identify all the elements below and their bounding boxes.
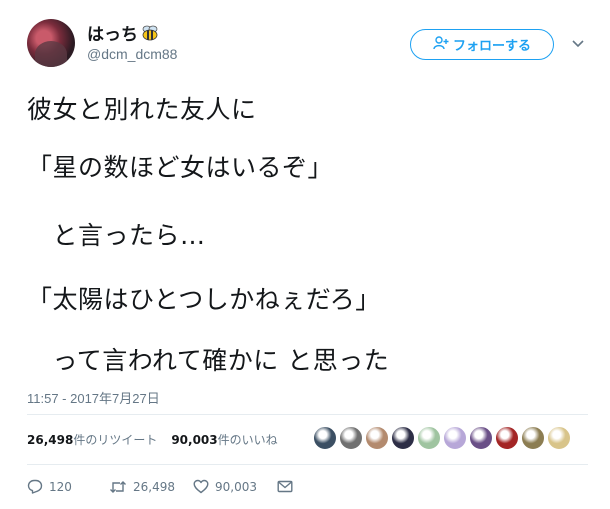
follow-button[interactable]: フォローする [410, 29, 554, 60]
divider [27, 414, 588, 415]
likes-stat-label: 件のいいね [217, 433, 278, 447]
liker-avatar[interactable] [417, 426, 441, 450]
tweet-text-line: 「星の数ほど女はいるぞ」 [27, 153, 334, 182]
retweets-stat-count: 26,498 [27, 433, 74, 447]
liker-avatar[interactable] [547, 426, 571, 450]
retweets-stat-label: 件のリツイート [73, 433, 158, 447]
retweet-icon [109, 480, 127, 494]
like-button[interactable]: 90,003 [193, 479, 277, 494]
liker-avatar[interactable] [521, 426, 545, 450]
tweet-text-line: 彼女と別れた友人に [27, 95, 257, 124]
user-handle[interactable]: @dcm_dcm88 [87, 46, 177, 62]
reply-button[interactable]: 120 [27, 479, 109, 494]
liker-avatar[interactable] [391, 426, 415, 450]
chevron-down-icon[interactable] [569, 36, 587, 52]
like-count: 90,003 [215, 479, 257, 494]
tweet-timestamp[interactable]: 11:57 - 2017年7月27日 [27, 388, 160, 407]
envelope-icon [277, 480, 293, 493]
liker-avatar[interactable] [495, 426, 519, 450]
bee-icon [141, 25, 159, 41]
retweet-button[interactable]: 26,498 [109, 480, 193, 494]
tweet-actions: 120 26,498 90,003 [27, 479, 293, 494]
add-user-icon [433, 35, 449, 54]
display-name[interactable]: はっち [87, 20, 138, 45]
tweet-text-line: 「太陽はひとつしかねぇだろ」 [27, 285, 381, 314]
reply-icon [27, 479, 43, 494]
retweet-count: 26,498 [133, 479, 175, 494]
tweet-stats: 26,498件のリツイート 90,003件のいいね [27, 431, 278, 448]
message-button[interactable] [277, 480, 293, 493]
divider [27, 464, 588, 465]
heart-icon [193, 479, 209, 494]
likes-stat[interactable]: 90,003件のいいね [171, 431, 277, 448]
tweet-text-line: と言ったら… [27, 221, 206, 250]
liker-avatar[interactable] [313, 426, 337, 450]
liker-avatar[interactable] [469, 426, 493, 450]
liker-avatar[interactable] [339, 426, 363, 450]
reply-count: 120 [49, 479, 72, 494]
likes-stat-count: 90,003 [171, 433, 218, 447]
follow-button-label: フォローする [452, 39, 531, 54]
liker-avatar[interactable] [443, 426, 467, 450]
likers-avatars [313, 426, 571, 450]
user-name-row[interactable]: はっち [87, 20, 159, 45]
retweets-stat[interactable]: 26,498件のリツイート [27, 431, 157, 448]
avatar[interactable] [27, 19, 75, 67]
tweet-text-line: って言われて確かに と思った [27, 346, 390, 375]
liker-avatar[interactable] [365, 426, 389, 450]
